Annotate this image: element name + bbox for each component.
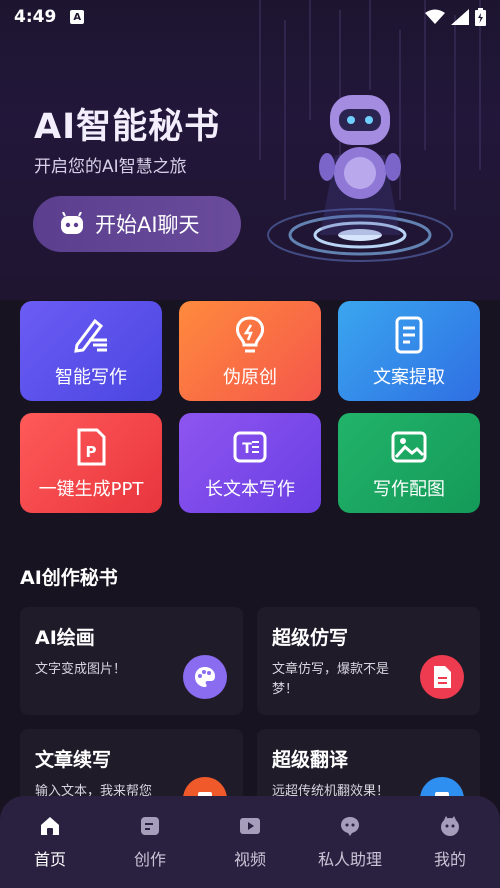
bulb-icon bbox=[236, 316, 264, 353]
create-icon bbox=[141, 817, 159, 835]
card-super-rewrite[interactable]: 超级仿写 文章仿写，爆款不是梦！ bbox=[257, 607, 480, 715]
home-icon bbox=[41, 817, 59, 835]
tool-label: 伪原创 bbox=[223, 367, 277, 388]
tab-profile[interactable]: 我的 bbox=[405, 814, 495, 888]
tab-label: 创作 bbox=[133, 850, 166, 869]
video-icon bbox=[240, 818, 260, 834]
tool-label: 写作配图 bbox=[373, 479, 445, 500]
tool-grid: 智能写作 伪原创 文案提取 P 一键生成PPT T 长文本写作 写作配图 bbox=[20, 301, 480, 513]
start-chat-label: 开始AI聊天 bbox=[95, 213, 200, 237]
tool-copy-extract[interactable]: 文案提取 bbox=[338, 301, 480, 401]
tool-generate-ppt[interactable]: P 一键生成PPT bbox=[20, 413, 162, 513]
bottom-tab-bar: 首页 创作 视频 私人助理 我的 bbox=[0, 796, 500, 888]
ppt-icon: P bbox=[77, 428, 106, 466]
assistant-icon bbox=[341, 817, 359, 836]
status-time: 4:49 bbox=[14, 7, 57, 27]
tab-label: 首页 bbox=[33, 850, 66, 869]
svg-text:T: T bbox=[242, 441, 252, 457]
tab-video[interactable]: 视频 bbox=[205, 814, 295, 888]
tool-label: 长文本写作 bbox=[205, 479, 295, 500]
tool-smart-writing[interactable]: 智能写作 bbox=[20, 301, 162, 401]
image-icon bbox=[391, 431, 427, 463]
profile-icon bbox=[441, 816, 459, 836]
tab-label: 视频 bbox=[233, 850, 266, 869]
robot-illustration bbox=[267, 95, 453, 262]
tool-label: 一键生成PPT bbox=[38, 479, 144, 500]
palette-icon bbox=[183, 655, 227, 699]
card-title: AI绘画 bbox=[35, 627, 95, 649]
hero-banner: 4:49 A AI智能秘书 开启您的AI智慧之旅 开始AI聊天 bbox=[0, 0, 500, 300]
text-icon: T bbox=[233, 431, 267, 463]
card-title: 超级翻译 bbox=[272, 749, 349, 771]
card-ai-painting[interactable]: AI绘画 文字变成图片！ bbox=[20, 607, 243, 715]
tab-home[interactable]: 首页 bbox=[5, 814, 95, 888]
tab-label: 我的 bbox=[433, 850, 466, 869]
signal-icon bbox=[451, 9, 469, 25]
card-desc: 文字变成图片！ bbox=[35, 662, 127, 677]
tab-assistant[interactable]: 私人助理 bbox=[305, 814, 395, 888]
tool-pseudo-original[interactable]: 伪原创 bbox=[179, 301, 321, 401]
svg-text:P: P bbox=[86, 443, 97, 461]
pen-icon bbox=[74, 318, 107, 353]
battery-icon bbox=[475, 8, 486, 26]
tool-label: 文案提取 bbox=[373, 367, 445, 388]
status-bar: 4:49 A bbox=[0, 0, 500, 34]
hero-title: AI智能秘书 bbox=[34, 107, 221, 147]
card-title: 文章续写 bbox=[35, 749, 112, 771]
robot-face-icon bbox=[61, 212, 83, 234]
tool-label: 智能写作 bbox=[55, 367, 127, 388]
card-desc: 文章仿写，爆款不是梦！ bbox=[272, 662, 390, 697]
tool-long-text[interactable]: T 长文本写作 bbox=[179, 413, 321, 513]
start-chat-button[interactable]: 开始AI聊天 bbox=[33, 196, 241, 252]
wifi-icon bbox=[425, 9, 445, 24]
tab-create[interactable]: 创作 bbox=[105, 814, 195, 888]
tab-label: 私人助理 bbox=[317, 850, 382, 869]
hero-subtitle: 开启您的AI智慧之旅 bbox=[34, 157, 187, 177]
file-icon bbox=[420, 655, 464, 699]
tool-writing-image[interactable]: 写作配图 bbox=[338, 413, 480, 513]
section-title: AI创作秘书 bbox=[20, 567, 118, 589]
notification-a-icon: A bbox=[70, 10, 85, 24]
card-title: 超级仿写 bbox=[272, 627, 349, 649]
document-icon bbox=[395, 316, 423, 354]
